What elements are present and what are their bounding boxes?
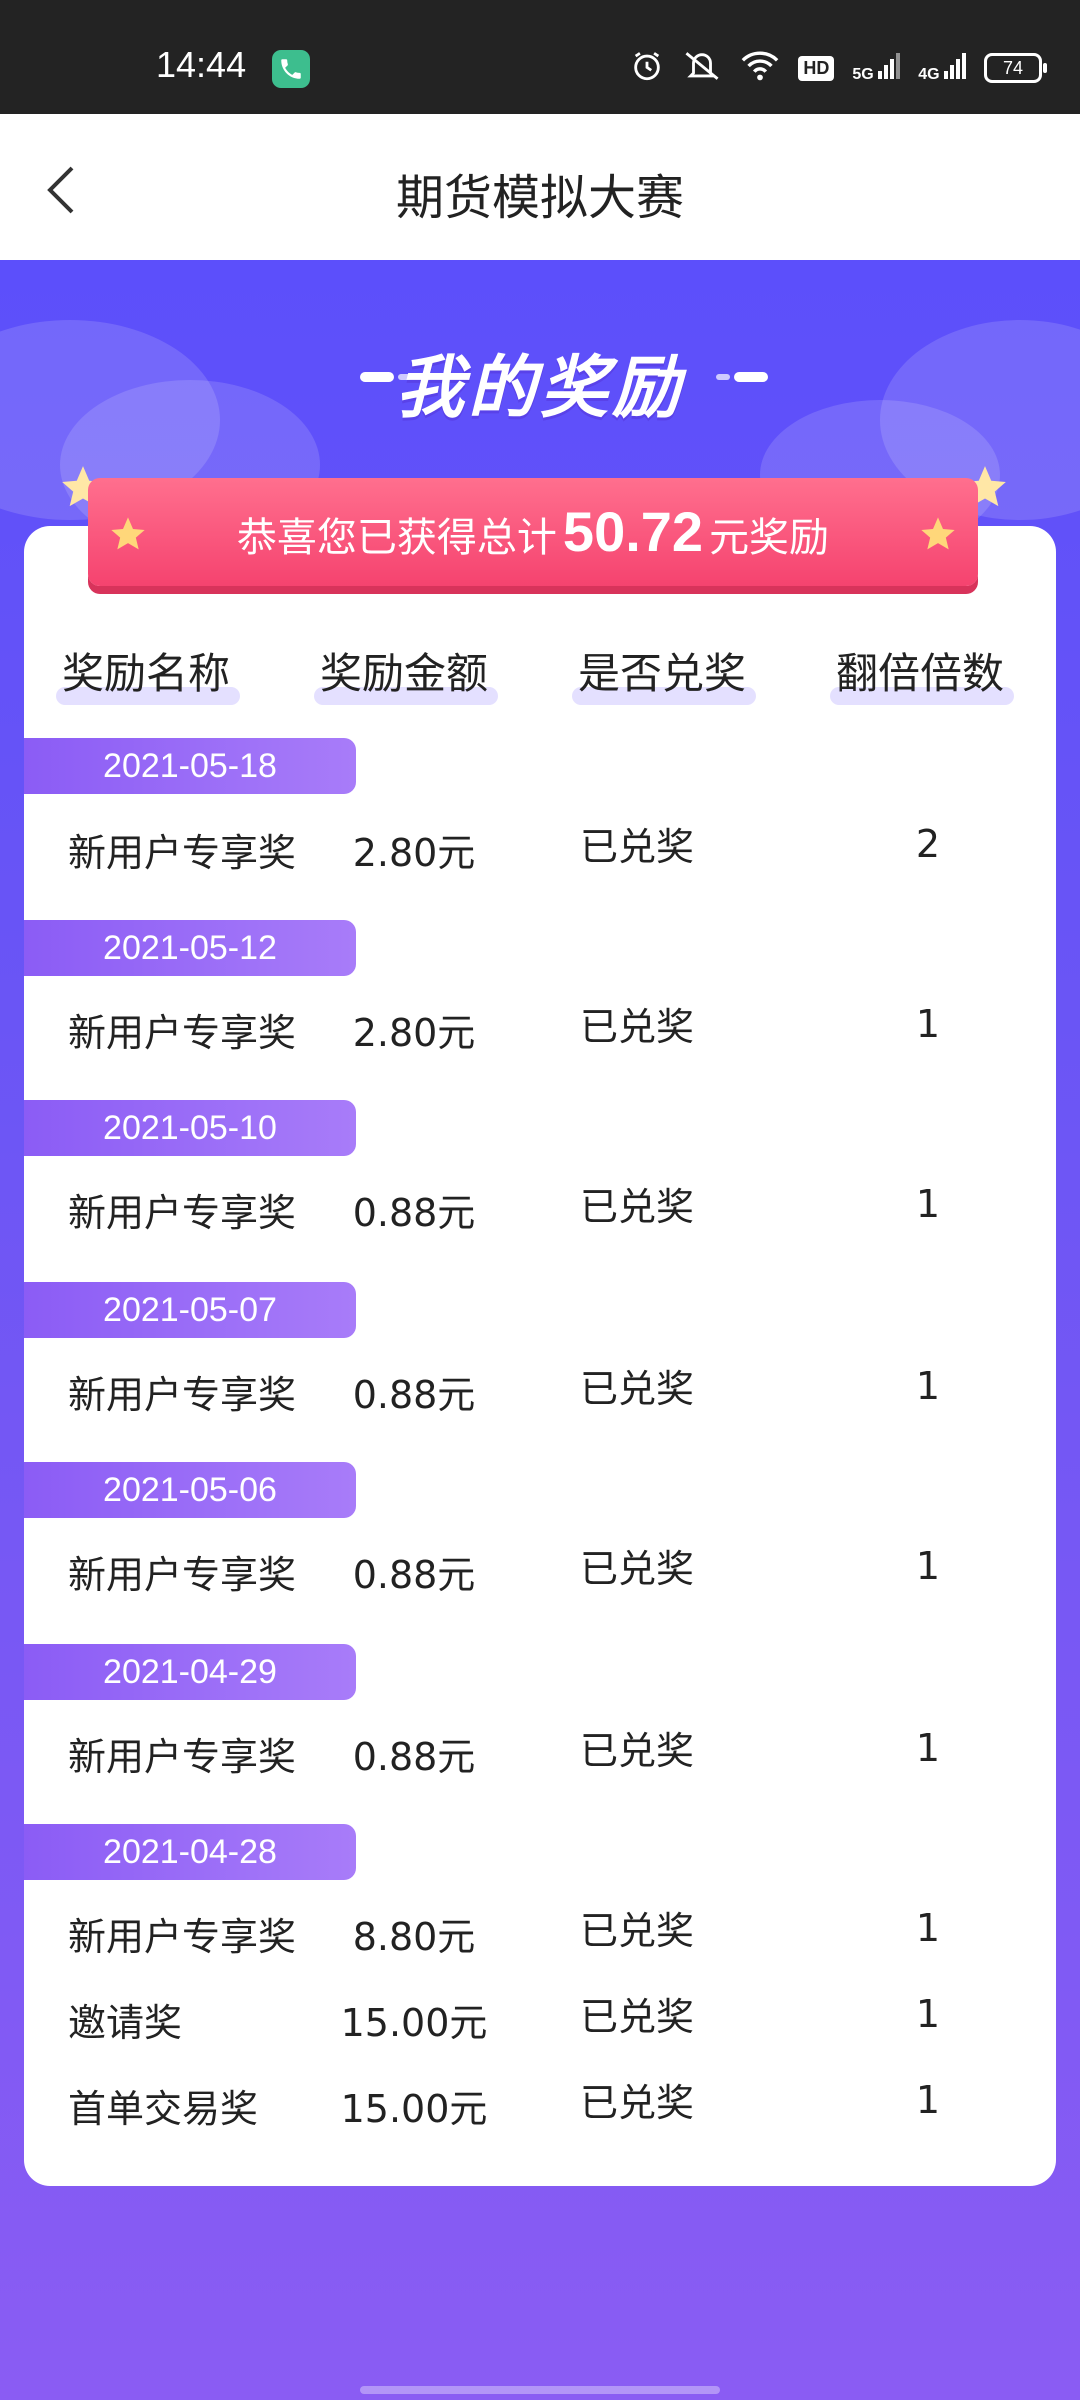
column-header-name: 奖励名称	[56, 640, 241, 705]
reward-name: 新用户专享奖	[68, 1011, 297, 1055]
redeem-status: 已兑奖	[580, 825, 695, 869]
reward-name: 新用户专享奖	[68, 1191, 297, 1235]
multiplier-value: 1	[915, 1364, 941, 1408]
reward-amount: 0.88元	[352, 1373, 476, 1417]
date-tag: 2021-05-06	[24, 1462, 356, 1518]
redeem-status: 已兑奖	[580, 1005, 695, 1049]
hd-icon: HD	[798, 55, 835, 81]
mute-icon	[682, 49, 722, 87]
reward-amount: 0.88元	[352, 1553, 476, 1597]
4g-signal-icon: 4G	[918, 52, 966, 84]
date-tag: 2021-05-12	[24, 920, 356, 976]
summary-suffix: 元奖励	[709, 515, 830, 561]
reward-name: 新用户专享奖	[68, 831, 297, 875]
redeem-status: 已兑奖	[580, 1547, 695, 1591]
reward-amount: 8.80元	[352, 1915, 476, 1959]
multiplier-value: 2	[915, 822, 941, 866]
total-reward-banner: 恭喜您已获得总计 50.72 元奖励	[88, 478, 978, 586]
multiplier-value: 1	[915, 1002, 941, 1046]
redeem-status: 已兑奖	[580, 1995, 695, 2039]
page-title: 期货模拟大赛	[395, 170, 684, 226]
status-icons: HD 5G 4G 74	[630, 48, 1047, 88]
multiplier-value: 1	[915, 1544, 941, 1588]
reward-name: 邀请奖	[68, 2001, 183, 2045]
column-header-multiplier: 翻倍倍数	[830, 640, 1015, 705]
reward-amount: 0.88元	[352, 1735, 476, 1779]
5g-signal-icon: 5G	[852, 52, 901, 84]
reward-name: 新用户专享奖	[68, 1735, 297, 1779]
battery-icon: 74	[984, 53, 1047, 83]
status-bar: 14:44 HD 5G 4G 74	[0, 0, 1080, 114]
heading-deco-right-small	[716, 374, 730, 380]
multiplier-value: 1	[915, 1992, 941, 2036]
column-header-amount: 奖励金额	[314, 640, 499, 705]
wifi-icon	[740, 50, 780, 86]
column-header-status: 是否兑奖	[572, 640, 757, 705]
date-tag: 2021-05-18	[24, 738, 356, 794]
redeem-status: 已兑奖	[580, 1729, 695, 1773]
net-5g-label: 5G	[852, 65, 874, 83]
redeem-status: 已兑奖	[580, 1909, 695, 1953]
date-tag: 2021-04-28	[24, 1824, 356, 1880]
multiplier-value: 1	[915, 2078, 941, 2122]
star-icon	[921, 517, 955, 550]
reward-amount: 15.00元	[340, 2087, 488, 2131]
net-4g-label: 4G	[918, 65, 940, 83]
reward-name: 新用户专享奖	[68, 1373, 297, 1417]
alarm-icon	[630, 49, 664, 87]
multiplier-value: 1	[915, 1726, 941, 1770]
reward-amount: 15.00元	[340, 2001, 488, 2045]
date-tag: 2021-05-10	[24, 1100, 356, 1156]
reward-amount: 0.88元	[352, 1191, 476, 1235]
reward-amount: 2.80元	[352, 831, 476, 875]
multiplier-value: 1	[915, 1906, 941, 1950]
reward-amount: 2.80元	[352, 1011, 476, 1055]
heading-deco-right	[734, 372, 768, 382]
summary-amount: 50.72	[562, 500, 704, 563]
date-tag: 2021-04-29	[24, 1644, 356, 1700]
redeem-status: 已兑奖	[580, 2081, 695, 2125]
phone-call-icon	[272, 50, 310, 88]
reward-name: 新用户专享奖	[68, 1915, 297, 1959]
app-header: 期货模拟大赛	[0, 114, 1080, 260]
status-time: 14:44	[156, 44, 247, 85]
home-indicator[interactable]	[360, 2386, 720, 2394]
multiplier-value: 1	[915, 1182, 941, 1226]
reward-name: 首单交易奖	[68, 2087, 259, 2131]
rewards-heading: 我的奖励	[395, 349, 684, 428]
summary-prefix: 恭喜您已获得总计	[236, 515, 557, 561]
redeem-status: 已兑奖	[580, 1367, 695, 1411]
date-tag: 2021-05-07	[24, 1282, 356, 1338]
redeem-status: 已兑奖	[580, 1185, 695, 1229]
star-icon	[111, 517, 145, 550]
reward-name: 新用户专享奖	[68, 1553, 297, 1597]
